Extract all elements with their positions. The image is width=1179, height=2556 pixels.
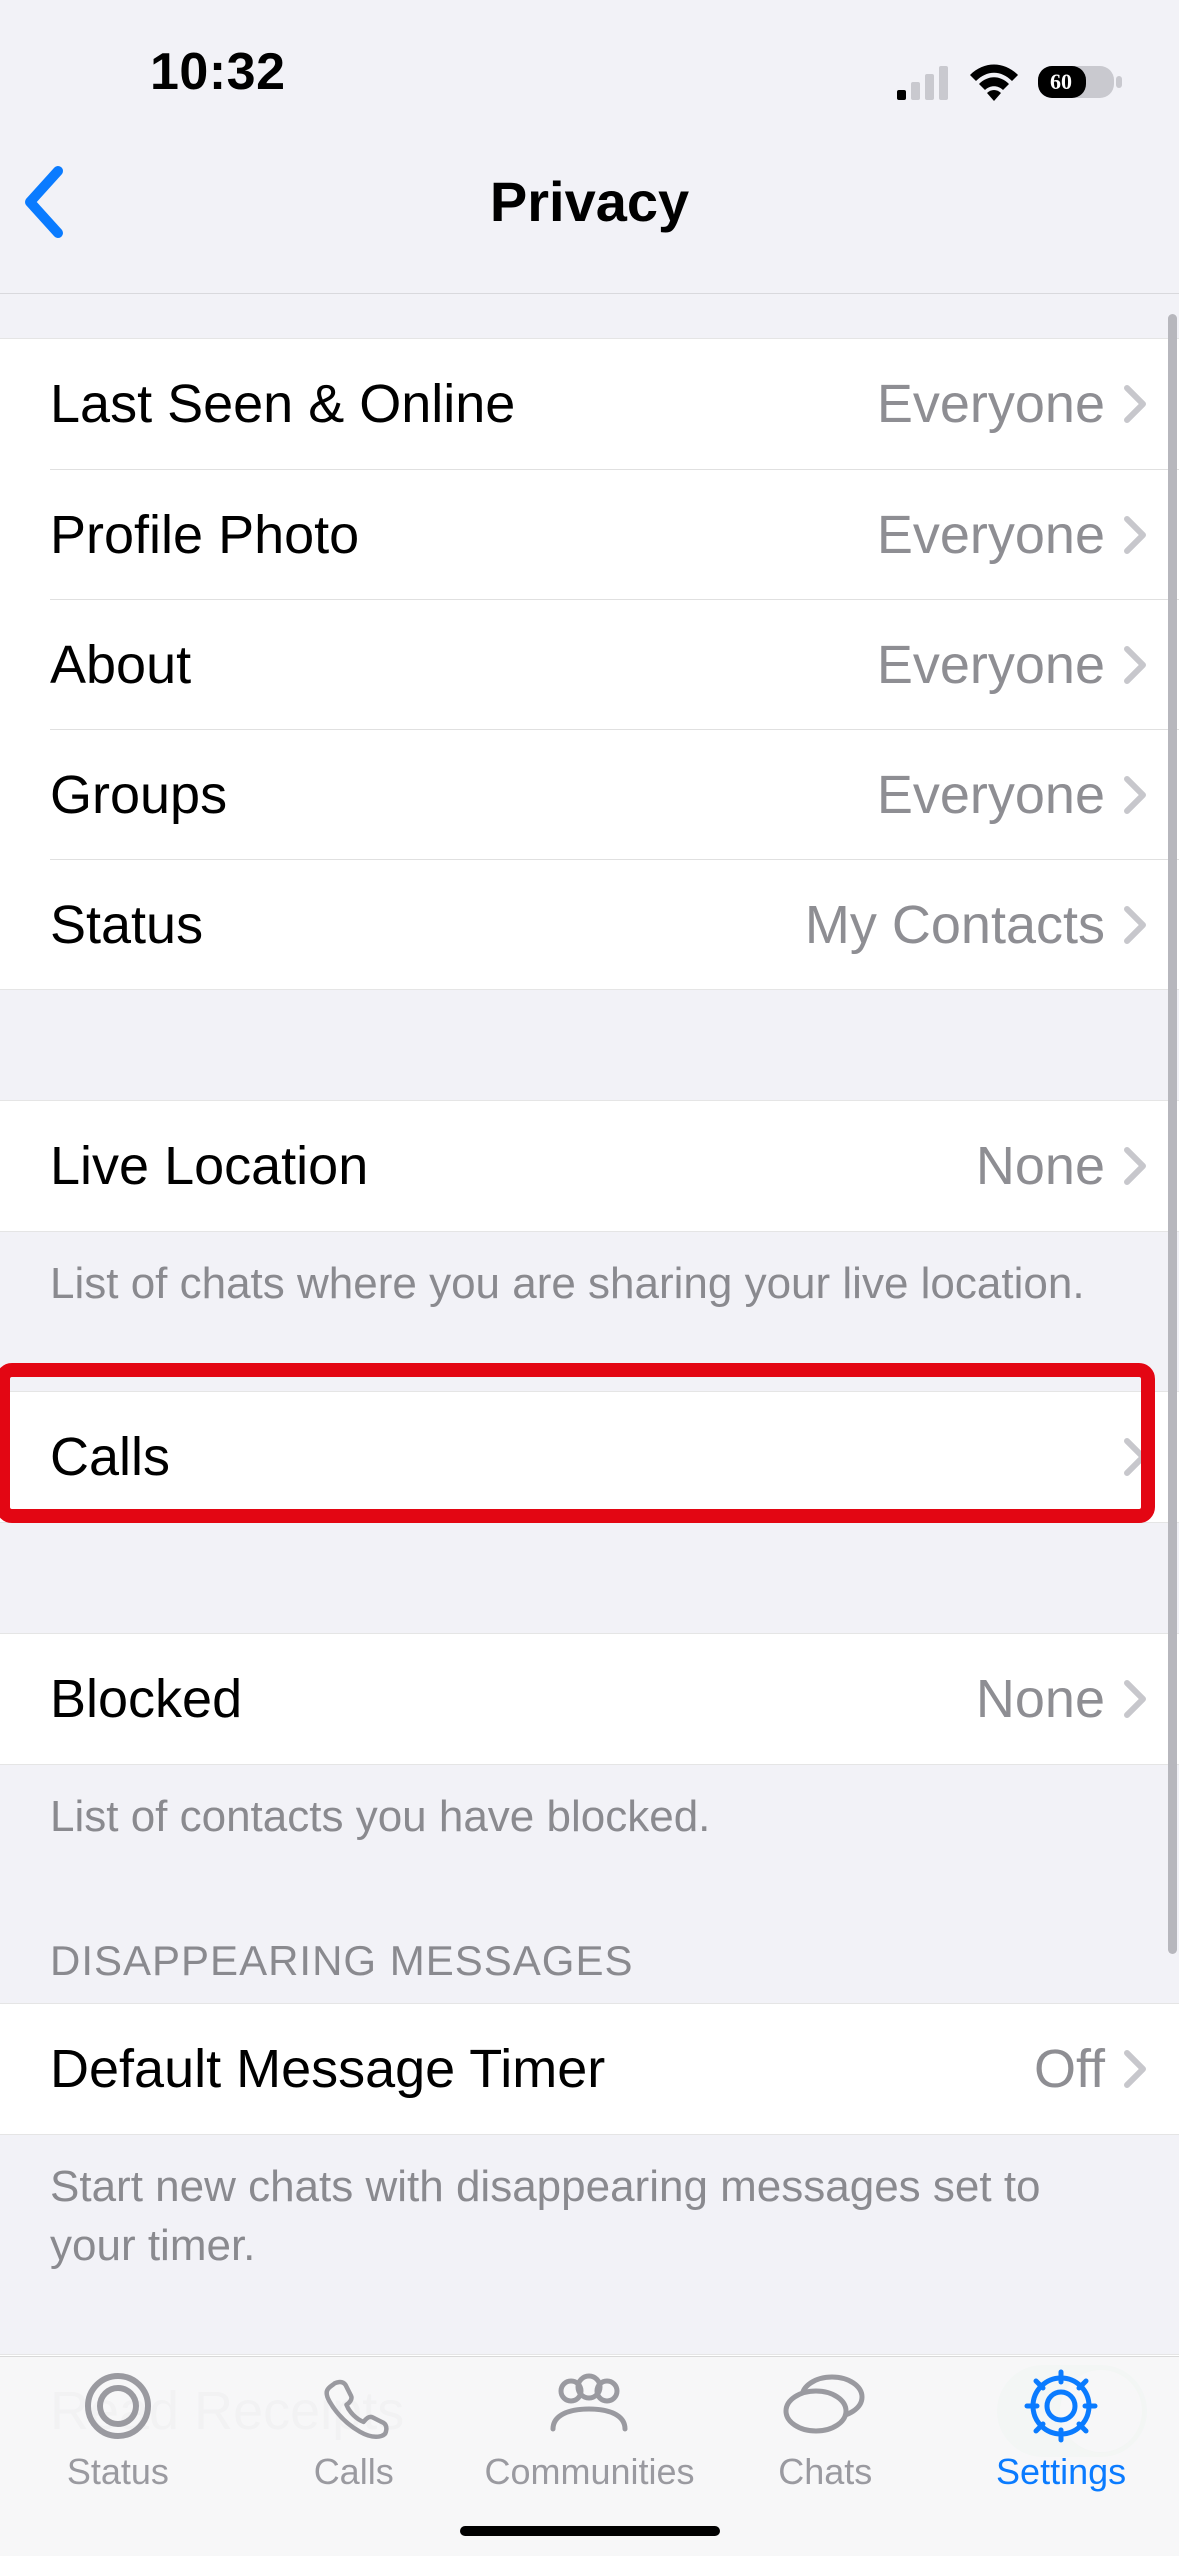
row-label: Default Message Timer — [50, 2038, 605, 2100]
chats-icon — [780, 2367, 870, 2445]
row-label: Blocked — [50, 1668, 242, 1730]
tab-label: Chats — [778, 2451, 872, 2493]
chevron-right-icon — [1123, 2049, 1147, 2089]
group-visibility: Last Seen & Online Everyone Profile Phot… — [0, 338, 1179, 990]
gear-icon — [1022, 2367, 1100, 2445]
tab-status[interactable]: Status — [0, 2367, 236, 2493]
chevron-left-icon — [22, 165, 66, 239]
row-value: None — [976, 1668, 1105, 1730]
tab-label: Status — [67, 2451, 169, 2493]
section-header-disappearing: DISAPPEARING MESSAGES — [0, 1847, 1179, 2003]
row-label: Groups — [50, 764, 227, 826]
row-live-location[interactable]: Live Location None — [0, 1101, 1179, 1231]
chevron-right-icon — [1123, 1679, 1147, 1719]
back-button[interactable] — [22, 165, 66, 239]
row-label: Last Seen & Online — [50, 373, 515, 435]
row-status[interactable]: Status My Contacts — [50, 859, 1179, 989]
chevron-right-icon — [1123, 515, 1147, 555]
battery-icon: 60 — [1037, 62, 1123, 102]
row-label: Profile Photo — [50, 504, 359, 566]
group-live-location: Live Location None — [0, 1100, 1179, 1232]
content: Last Seen & Online Everyone Profile Phot… — [0, 294, 1179, 2468]
chevron-right-icon — [1123, 1146, 1147, 1186]
row-profile-photo[interactable]: Profile Photo Everyone — [50, 469, 1179, 599]
tab-label: Calls — [314, 2451, 394, 2493]
tab-calls[interactable]: Calls — [236, 2367, 472, 2493]
default-timer-footer: Start new chats with disappearing messag… — [0, 2135, 1179, 2276]
communities-icon — [541, 2367, 637, 2445]
tab-chats[interactable]: Chats — [707, 2367, 943, 2493]
row-value: Everyone — [877, 634, 1105, 696]
row-groups[interactable]: Groups Everyone — [50, 729, 1179, 859]
scroll-indicator[interactable] — [1168, 314, 1177, 1954]
page-title: Privacy — [490, 169, 689, 234]
wifi-icon — [967, 62, 1021, 102]
row-default-timer[interactable]: Default Message Timer Off — [0, 2004, 1179, 2134]
group-calls: Calls — [0, 1391, 1179, 1523]
row-blocked[interactable]: Blocked None — [0, 1634, 1179, 1764]
home-indicator — [460, 2526, 720, 2536]
phone-icon — [315, 2367, 393, 2445]
status-bar-right: 60 — [897, 62, 1129, 102]
chevron-right-icon — [1123, 1437, 1147, 1477]
tab-communities[interactable]: Communities — [472, 2367, 708, 2493]
row-value: Everyone — [877, 373, 1105, 435]
row-value: Off — [1034, 2038, 1105, 2100]
status-bar-time: 10:32 — [50, 42, 286, 102]
row-about[interactable]: About Everyone — [50, 599, 1179, 729]
live-location-footer: List of chats where you are sharing your… — [0, 1232, 1179, 1313]
status-bar: 10:32 60 — [0, 0, 1179, 110]
group-default-timer: Default Message Timer Off — [0, 2003, 1179, 2135]
battery-percent-label: 60 — [1050, 69, 1072, 94]
row-value: My Contacts — [805, 894, 1105, 956]
group-blocked: Blocked None — [0, 1633, 1179, 1765]
row-value: None — [976, 1135, 1105, 1197]
row-value: Everyone — [877, 764, 1105, 826]
tab-settings[interactable]: Settings — [943, 2367, 1179, 2493]
blocked-footer: List of contacts you have blocked. — [0, 1765, 1179, 1846]
row-last-seen[interactable]: Last Seen & Online Everyone — [0, 339, 1179, 469]
row-label: About — [50, 634, 191, 696]
row-label: Live Location — [50, 1135, 368, 1197]
row-value: Everyone — [877, 504, 1105, 566]
tab-label: Settings — [996, 2451, 1126, 2493]
row-label: Calls — [50, 1426, 170, 1488]
row-label: Status — [50, 894, 203, 956]
status-icon — [79, 2367, 157, 2445]
cellular-icon — [897, 64, 951, 100]
chevron-right-icon — [1123, 775, 1147, 815]
chevron-right-icon — [1123, 905, 1147, 945]
chevron-right-icon — [1123, 645, 1147, 685]
chevron-right-icon — [1123, 384, 1147, 424]
tab-label: Communities — [484, 2451, 694, 2493]
row-calls[interactable]: Calls — [0, 1392, 1179, 1522]
nav-header: Privacy — [0, 110, 1179, 294]
